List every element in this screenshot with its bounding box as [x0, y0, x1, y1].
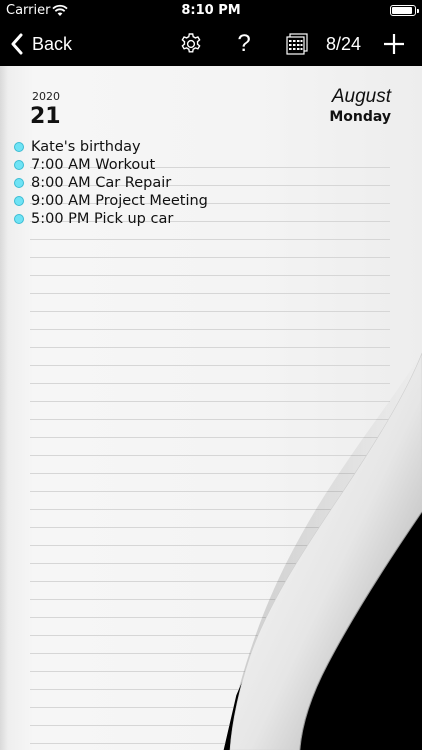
page-day-number: 21	[30, 104, 61, 129]
event-label: 8:00 AM Car Repair	[31, 175, 172, 191]
back-label: Back	[32, 33, 73, 54]
plus-icon	[384, 34, 404, 54]
event-label: 7:00 AM Workout	[31, 157, 156, 173]
event-label: 9:00 AM Project Meeting	[31, 193, 208, 209]
event-dot-icon	[14, 196, 24, 206]
event-label: 5:00 PM Pick up car	[31, 211, 174, 227]
help-icon: ?	[237, 30, 251, 57]
nav-bar: Back ? 8/24	[0, 22, 422, 66]
page-weekday: Monday	[329, 109, 391, 125]
back-button[interactable]: Back	[10, 30, 72, 58]
page-year: 2020	[32, 90, 60, 103]
event-dot-icon	[14, 142, 24, 152]
diary-page[interactable]: 2020 21 August Monday Kate's birthday 7:…	[0, 66, 422, 750]
calendar-button[interactable]	[284, 31, 310, 57]
event-list: Kate's birthday 7:00 AM Workout 8:00 AM …	[14, 138, 208, 228]
calendar-grid-icon	[286, 33, 308, 55]
event-item[interactable]: 5:00 PM Pick up car	[14, 210, 208, 228]
event-item[interactable]: Kate's birthday	[14, 138, 208, 156]
event-item[interactable]: 9:00 AM Project Meeting	[14, 192, 208, 210]
event-dot-icon	[14, 178, 24, 188]
help-button[interactable]: ?	[231, 30, 257, 57]
status-bar: Carrier 8:10 PM	[0, 0, 422, 22]
event-dot-icon	[14, 214, 24, 224]
chevron-left-icon	[11, 33, 23, 55]
page-counter: 8/24	[326, 34, 362, 54]
status-time: 8:10 PM	[181, 3, 241, 18]
ruled-lines	[30, 150, 390, 750]
add-event-button[interactable]	[380, 30, 408, 58]
event-label: Kate's birthday	[31, 139, 141, 155]
event-dot-icon	[14, 160, 24, 170]
event-item[interactable]: 7:00 AM Workout	[14, 156, 208, 174]
event-item[interactable]: 8:00 AM Car Repair	[14, 174, 208, 192]
battery-icon	[390, 5, 419, 16]
gear-icon	[181, 33, 201, 53]
page-month: August	[331, 86, 391, 107]
settings-button[interactable]	[178, 31, 204, 57]
